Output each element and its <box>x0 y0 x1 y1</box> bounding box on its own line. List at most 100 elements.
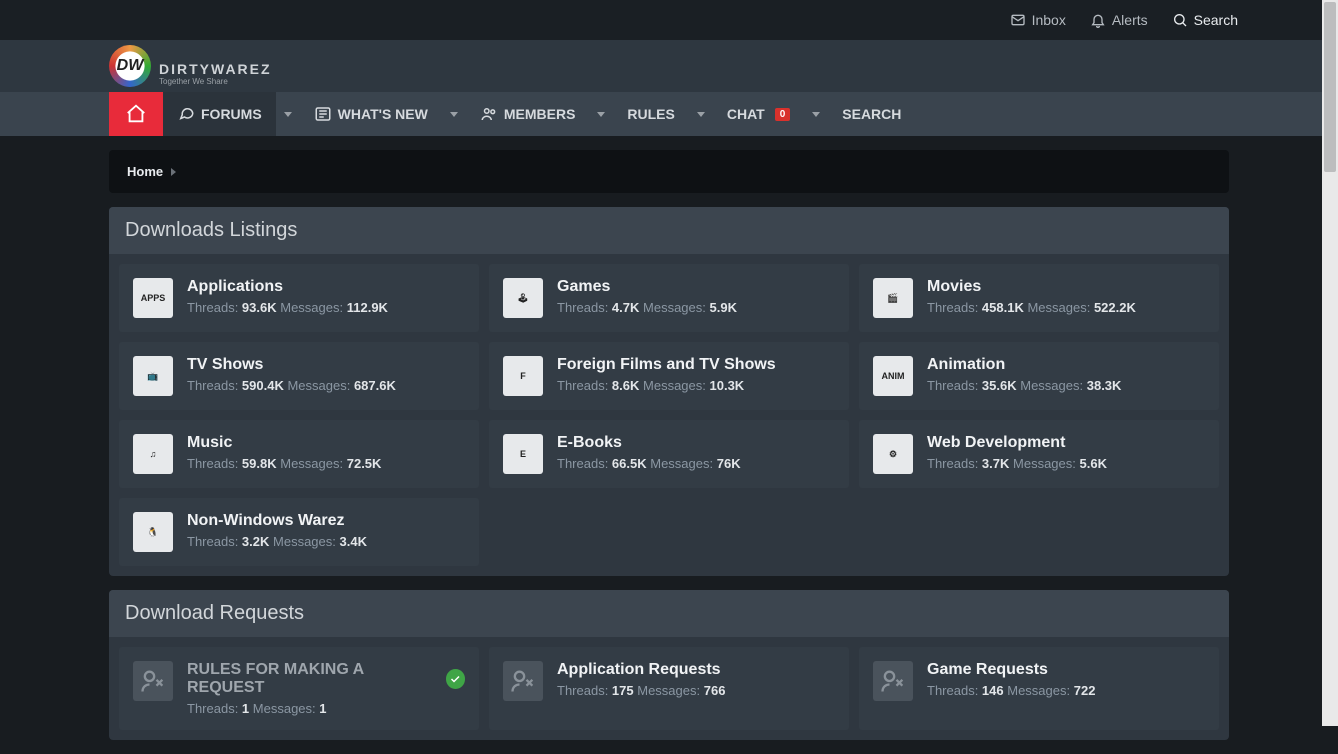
card-title[interactable]: Movies <box>927 278 981 296</box>
nav-members-dropdown[interactable] <box>589 92 613 136</box>
topbar: Inbox Alerts Search <box>0 0 1338 40</box>
logo-text: DIRTYWAREZ Together We Share <box>159 47 272 86</box>
card-body: Web Development Threads: 3.7K Messages: 5… <box>927 434 1205 471</box>
card-body: TV Shows Threads: 590.4K Messages: 687.6K <box>187 356 465 393</box>
card-stats: Threads: 3.7K Messages: 5.6K <box>927 456 1205 471</box>
card-stats: Threads: 146 Messages: 722 <box>927 683 1205 698</box>
card-body: Foreign Films and TV Shows Threads: 8.6K … <box>557 356 835 393</box>
card-stats: Threads: 59.8K Messages: 72.5K <box>187 456 465 471</box>
card-title[interactable]: Non-Windows Warez <box>187 512 344 530</box>
forum-card[interactable]: Application RequestsThreads: 175 Message… <box>489 647 849 730</box>
card-title[interactable]: Application Requests <box>557 661 721 679</box>
section-title[interactable]: Download Requests <box>109 590 1229 637</box>
card-body: MoviesThreads: 458.1K Messages: 522.2K <box>927 278 1205 315</box>
card-stats: Threads: 93.6K Messages: 112.9K <box>187 300 465 315</box>
nav-chat[interactable]: CHAT 0 <box>713 92 804 136</box>
scrollbar[interactable] <box>1322 0 1338 726</box>
card-stats: Threads: 35.6K Messages: 38.3K <box>927 378 1205 393</box>
card-icon: E <box>503 434 543 474</box>
scrollbar-thumb[interactable] <box>1324 2 1336 172</box>
card-title[interactable]: E-Books <box>557 434 622 452</box>
forum-card[interactable]: ♫ Music Threads: 59.8K Messages: 72.5K <box>119 420 479 488</box>
forum-card[interactable]: 📺TV ShowsThreads: 590.4K Messages: 687.6… <box>119 342 479 410</box>
card-body: E-Books Threads: 66.5K Messages: 76K <box>557 434 835 471</box>
forum-card[interactable]: RULES FOR MAKING A REQUESTThreads: 1 Mes… <box>119 647 479 730</box>
forum-card[interactable]: ⚙Web DevelopmentThreads: 3.7K Messages: … <box>859 420 1219 488</box>
nav-search-label: SEARCH <box>842 106 901 122</box>
card-body: Music Threads: 59.8K Messages: 72.5K <box>187 434 465 471</box>
nav-members[interactable]: MEMBERS <box>466 92 590 136</box>
card-body: Non-Windows Warez Threads: 3.2K Messages:… <box>187 512 465 549</box>
card-title[interactable]: Games <box>557 278 610 296</box>
inbox-link[interactable]: Inbox <box>1010 12 1066 28</box>
card-title[interactable]: RULES FOR MAKING A REQUEST <box>187 661 438 697</box>
card-icon: F <box>503 356 543 396</box>
card-title[interactable]: TV Shows <box>187 356 263 374</box>
search-label: Search <box>1194 12 1238 28</box>
card-body: Applications Threads: 93.6K Messages: 112… <box>187 278 465 315</box>
card-stats: Threads: 66.5K Messages: 76K <box>557 456 835 471</box>
card-title[interactable]: Game Requests <box>927 661 1048 679</box>
card-body: Application RequestsThreads: 175 Message… <box>557 661 835 698</box>
forum-card[interactable]: 🕹GamesThreads: 4.7K Messages: 5.9K <box>489 264 849 332</box>
card-title[interactable]: Foreign Films and TV Shows <box>557 356 776 374</box>
alerts-link[interactable]: Alerts <box>1090 12 1148 28</box>
speech-icon <box>177 105 195 123</box>
card-title[interactable]: Web Development <box>927 434 1065 452</box>
nav-whats-new[interactable]: WHAT'S NEW <box>300 92 442 136</box>
forum-card[interactable]: 🎬 MoviesThreads: 458.1K Messages: 522.2K <box>859 264 1219 332</box>
forum-card[interactable]: Game Requests Threads: 146 Messages: 722 <box>859 647 1219 730</box>
breadcrumb: Home <box>109 150 1229 193</box>
nav-chat-dropdown[interactable] <box>804 92 828 136</box>
forum-card[interactable]: 🐧 Non-Windows Warez Threads: 3.2K Messages… <box>119 498 479 566</box>
card-icon: 🕹 <box>503 278 543 318</box>
nav-rules[interactable]: RULES <box>613 92 688 136</box>
nav-whats-new-label: WHAT'S NEW <box>338 106 428 122</box>
card-icon: 🎬 <box>873 278 913 318</box>
nav-forums-label: FORUMS <box>201 106 262 122</box>
nav-forums[interactable]: FORUMS <box>163 92 276 136</box>
header: DW DIRTYWAREZ Together We Share <box>0 40 1338 92</box>
chat-badge: 0 <box>775 108 791 121</box>
home-icon <box>125 103 147 125</box>
forum-card[interactable]: APPSApplicationsThreads: 93.6K Messages:… <box>119 264 479 332</box>
main-content: Home Downloads Listings APPSApplications… <box>109 136 1229 740</box>
card-icon <box>503 661 543 701</box>
forum-card[interactable]: E E-Books Threads: 66.5K Messages: 76K <box>489 420 849 488</box>
section-downloads-listings: Downloads Listings APPSApplicationsThrea… <box>109 207 1229 576</box>
forum-card[interactable]: F Foreign Films and TV Shows Threads: 8.6K… <box>489 342 849 410</box>
nav-whats-new-dropdown[interactable] <box>442 92 466 136</box>
card-icon <box>873 661 913 701</box>
card-stats: Threads: 8.6K Messages: 10.3K <box>557 378 835 393</box>
card-icon: ♫ <box>133 434 173 474</box>
nav-forums-dropdown[interactable] <box>276 92 300 136</box>
chevron-down-icon <box>812 112 820 117</box>
inbox-label: Inbox <box>1032 12 1066 28</box>
logo-icon: DW <box>109 45 151 87</box>
chevron-down-icon <box>597 112 605 117</box>
nav-members-label: MEMBERS <box>504 106 576 122</box>
forum-card[interactable]: ANIMAnimationThreads: 35.6K Messages: 38… <box>859 342 1219 410</box>
chevron-down-icon <box>284 112 292 117</box>
search-link[interactable]: Search <box>1172 12 1238 28</box>
card-stats: Threads: 3.2K Messages: 3.4K <box>187 534 465 549</box>
nav-search[interactable]: SEARCH <box>828 92 915 136</box>
search-icon <box>1172 12 1188 28</box>
breadcrumb-home[interactable]: Home <box>127 164 163 179</box>
card-icon: 🐧 <box>133 512 173 552</box>
card-title[interactable]: Applications <box>187 278 283 296</box>
logo[interactable]: DW DIRTYWAREZ Together We Share <box>109 45 1229 87</box>
listings-grid: APPSApplicationsThreads: 93.6K Messages:… <box>109 254 1229 576</box>
card-stats: Threads: 590.4K Messages: 687.6K <box>187 378 465 393</box>
nav-rules-dropdown[interactable] <box>689 92 713 136</box>
check-icon <box>446 669 465 689</box>
section-title[interactable]: Downloads Listings <box>109 207 1229 254</box>
members-icon <box>480 105 498 123</box>
chevron-down-icon <box>450 112 458 117</box>
card-title[interactable]: Animation <box>927 356 1005 374</box>
chevron-down-icon <box>697 112 705 117</box>
mail-icon <box>1010 12 1026 28</box>
home-button[interactable] <box>109 92 163 136</box>
brand-tagline: Together We Share <box>159 77 272 86</box>
card-title[interactable]: Music <box>187 434 232 452</box>
